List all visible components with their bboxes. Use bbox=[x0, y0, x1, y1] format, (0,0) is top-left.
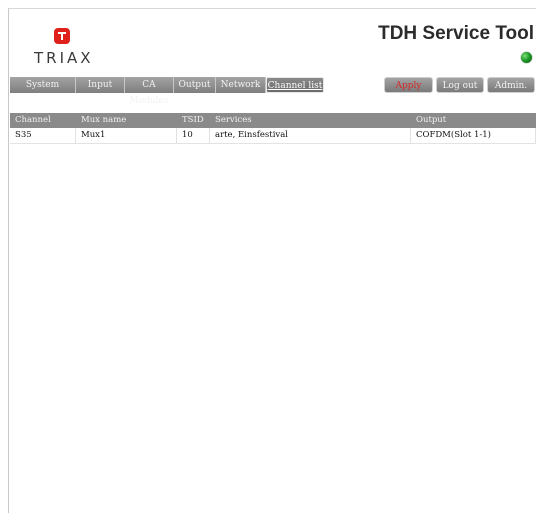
admin-button[interactable]: Admin. bbox=[487, 77, 535, 93]
tab-ca-modules[interactable]: CA Modules bbox=[125, 77, 174, 106]
column-header-output[interactable]: Output bbox=[411, 113, 536, 128]
tab-output[interactable]: Output bbox=[174, 77, 216, 93]
logo-text: TRIAX bbox=[34, 49, 94, 67]
cell-tsid: 10 bbox=[177, 128, 210, 143]
triax-logo-icon bbox=[54, 28, 70, 44]
column-header-tsid[interactable]: TSID bbox=[177, 113, 210, 128]
channel-list-table: Channel Mux name TSID Services Output S3… bbox=[10, 113, 536, 144]
cell-services: arte, Einsfestival bbox=[210, 128, 411, 143]
column-header-mux-name[interactable]: Mux name bbox=[76, 113, 177, 128]
status-led-icon bbox=[521, 52, 532, 63]
main-nav: System Input CA Modules Output Network C… bbox=[10, 77, 324, 106]
table-header: Channel Mux name TSID Services Output bbox=[10, 113, 536, 128]
column-header-channel[interactable]: Channel bbox=[10, 113, 76, 128]
action-buttons: Apply Log out Admin. bbox=[384, 77, 535, 93]
triax-logo: TRIAX bbox=[24, 20, 104, 70]
cell-mux-name: Mux1 bbox=[76, 128, 177, 143]
cell-output: COFDM(Slot 1-1) bbox=[411, 128, 536, 143]
logout-button[interactable]: Log out bbox=[436, 77, 484, 93]
page-title: TDH Service Tool bbox=[378, 23, 534, 44]
tab-channel-list[interactable]: Channel list bbox=[266, 77, 324, 93]
cell-channel: S35 bbox=[10, 128, 76, 143]
column-header-services[interactable]: Services bbox=[210, 113, 411, 128]
apply-button[interactable]: Apply bbox=[384, 77, 433, 93]
tab-input[interactable]: Input bbox=[76, 77, 125, 93]
tab-network[interactable]: Network bbox=[216, 77, 266, 93]
table-row[interactable]: S35 Mux1 10 arte, Einsfestival COFDM(Slo… bbox=[10, 128, 536, 144]
tab-system[interactable]: System bbox=[10, 77, 76, 93]
